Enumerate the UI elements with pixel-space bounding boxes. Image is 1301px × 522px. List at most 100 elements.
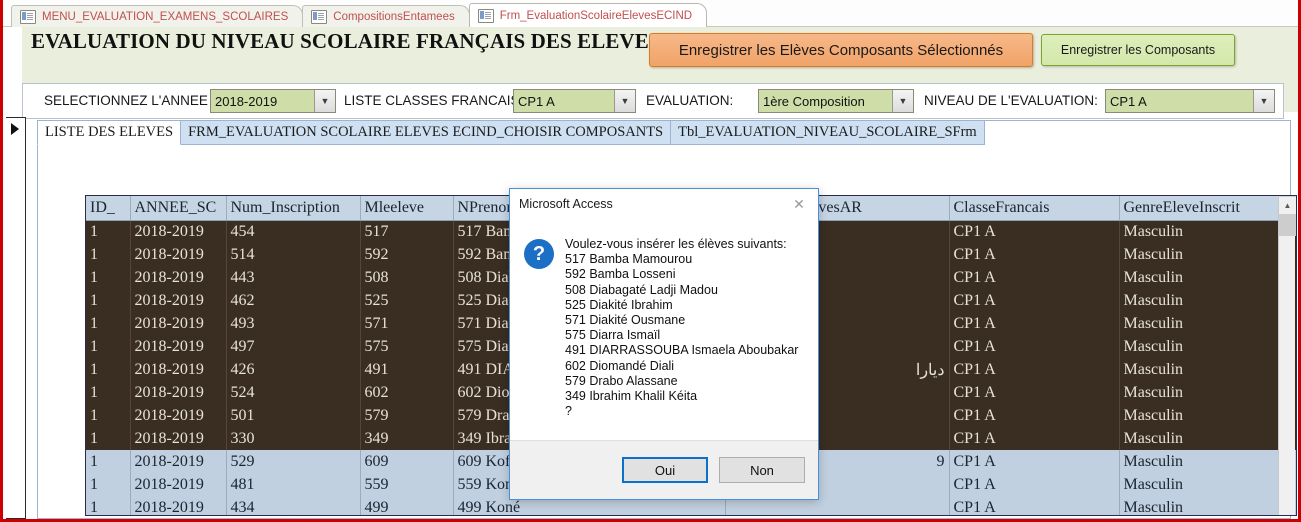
table-cell[interactable]: 2018-2019 <box>130 404 227 427</box>
table-cell[interactable]: 1 <box>86 289 131 312</box>
table-cell[interactable]: 1 <box>86 312 131 335</box>
level-combobox[interactable]: CP1 A ▼ <box>1105 89 1275 113</box>
table-cell[interactable]: 571 <box>360 312 454 335</box>
chevron-down-icon[interactable]: ▼ <box>892 90 913 112</box>
subtab-2[interactable]: Tbl_EVALUATION_NIVEAU_SCOLAIRE_SFrm <box>671 120 985 145</box>
table-cell[interactable]: 525 <box>360 289 454 312</box>
table-cell[interactable]: 2018-2019 <box>130 450 227 473</box>
table-cell[interactable]: 426 <box>226 358 361 381</box>
table-cell[interactable]: 1 <box>86 358 131 381</box>
table-cell[interactable]: Masculin <box>1119 381 1296 404</box>
table-cell[interactable]: 2018-2019 <box>130 381 227 404</box>
no-button[interactable]: Non <box>719 457 805 483</box>
table-cell[interactable]: 609 <box>360 450 454 473</box>
table-cell[interactable]: 434 <box>226 496 361 515</box>
table-cell[interactable]: Masculin <box>1119 266 1296 289</box>
table-cell[interactable]: 2018-2019 <box>130 335 227 358</box>
table-cell[interactable]: 501 <box>226 404 361 427</box>
table-cell[interactable]: CP1 A <box>949 450 1120 473</box>
table-cell[interactable]: Masculin <box>1119 289 1296 312</box>
subtab-1[interactable]: FRM_EVALUATION SCOLAIRE ELEVES ECIND_CHO… <box>181 120 672 145</box>
table-cell[interactable]: 499 <box>360 496 454 515</box>
table-cell[interactable]: CP1 A <box>949 404 1120 427</box>
table-cell[interactable]: 592 <box>360 243 454 266</box>
column-header-7[interactable]: GenreEleveInscrit <box>1119 196 1296 221</box>
table-cell[interactable]: CP1 A <box>949 243 1120 266</box>
table-cell[interactable]: 493 <box>226 312 361 335</box>
save-selected-students-button[interactable]: Enregistrer les Elèves Composants Sélect… <box>649 33 1033 67</box>
document-tab-1[interactable]: CompositionsEntamees <box>302 5 470 27</box>
datasheet-vertical-scrollbar[interactable]: ▲ <box>1278 197 1296 515</box>
table-cell[interactable]: 2018-2019 <box>130 220 227 243</box>
table-cell[interactable]: 1 <box>86 404 131 427</box>
table-cell[interactable]: 1 <box>86 427 131 450</box>
class-combobox[interactable]: CP1 A ▼ <box>513 89 636 113</box>
table-cell[interactable]: Masculin <box>1119 450 1296 473</box>
chevron-down-icon[interactable]: ▼ <box>314 90 335 112</box>
table-cell[interactable]: Masculin <box>1119 473 1296 496</box>
table-cell[interactable]: 2018-2019 <box>130 427 227 450</box>
table-cell[interactable]: 491 <box>360 358 454 381</box>
table-cell[interactable]: 497 <box>226 335 361 358</box>
column-header-3[interactable]: Mleeleve <box>360 196 454 221</box>
table-cell[interactable]: 2018-2019 <box>130 312 227 335</box>
table-cell[interactable]: 349 <box>360 427 454 450</box>
table-cell[interactable]: Masculin <box>1119 312 1296 335</box>
table-cell[interactable]: CP1 A <box>949 220 1120 243</box>
table-cell[interactable]: 2018-2019 <box>130 266 227 289</box>
table-cell[interactable]: Masculin <box>1119 243 1296 266</box>
table-cell[interactable]: 481 <box>226 473 361 496</box>
column-header-6[interactable]: ClasseFrancais <box>949 196 1120 221</box>
table-cell[interactable]: 517 <box>360 220 454 243</box>
table-cell[interactable]: CP1 A <box>949 381 1120 404</box>
table-cell[interactable]: CP1 A <box>949 312 1120 335</box>
table-cell[interactable]: Masculin <box>1119 335 1296 358</box>
table-cell[interactable]: CP1 A <box>949 427 1120 450</box>
close-icon[interactable]: ✕ <box>780 190 818 218</box>
table-cell[interactable]: 1 <box>86 473 131 496</box>
table-cell[interactable]: 508 <box>360 266 454 289</box>
table-cell[interactable]: 579 <box>360 404 454 427</box>
record-navigation-gutter[interactable] <box>6 117 26 519</box>
table-cell[interactable]: 2018-2019 <box>130 496 227 515</box>
table-cell[interactable]: 2018-2019 <box>130 243 227 266</box>
table-cell[interactable]: 1 <box>86 243 131 266</box>
table-cell[interactable]: Masculin <box>1119 427 1296 450</box>
table-cell[interactable]: CP1 A <box>949 473 1120 496</box>
document-tab-2[interactable]: Frm_EvaluationScolaireElevesECIND <box>468 3 708 27</box>
column-header-2[interactable]: Num_Inscription <box>226 196 361 221</box>
year-combobox[interactable]: 2018-2019 ▼ <box>210 89 336 113</box>
table-cell[interactable]: CP1 A <box>949 496 1120 515</box>
table-cell[interactable]: 454 <box>226 220 361 243</box>
table-cell[interactable]: CP1 A <box>949 358 1120 381</box>
expand-arrow-icon[interactable] <box>11 123 19 135</box>
yes-button[interactable]: Oui <box>622 457 708 483</box>
table-cell[interactable]: 443 <box>226 266 361 289</box>
chevron-down-icon[interactable]: ▼ <box>1253 90 1274 112</box>
table-cell[interactable]: CP1 A <box>949 335 1120 358</box>
table-cell[interactable]: 2018-2019 <box>130 473 227 496</box>
table-cell[interactable]: Masculin <box>1119 358 1296 381</box>
save-components-button[interactable]: Enregistrer les Composants <box>1041 34 1235 66</box>
table-cell[interactable]: 1 <box>86 381 131 404</box>
scroll-up-icon[interactable]: ▲ <box>1279 197 1296 214</box>
table-cell[interactable]: 1 <box>86 266 131 289</box>
table-cell[interactable]: 462 <box>226 289 361 312</box>
table-cell[interactable]: 1 <box>86 335 131 358</box>
table-cell[interactable]: Masculin <box>1119 404 1296 427</box>
table-cell[interactable]: Masculin <box>1119 496 1296 515</box>
table-cell[interactable]: CP1 A <box>949 266 1120 289</box>
table-cell[interactable]: 1 <box>86 496 131 515</box>
column-header-0[interactable]: ID_ <box>86 196 131 221</box>
table-cell[interactable]: 2018-2019 <box>130 289 227 312</box>
scrollbar-thumb[interactable] <box>1279 214 1296 236</box>
table-cell[interactable]: 559 <box>360 473 454 496</box>
table-cell[interactable]: 514 <box>226 243 361 266</box>
table-cell[interactable]: 1 <box>86 450 131 473</box>
table-cell[interactable]: CP1 A <box>949 289 1120 312</box>
table-cell[interactable]: 524 <box>226 381 361 404</box>
table-cell[interactable]: 2018-2019 <box>130 358 227 381</box>
document-tab-0[interactable]: MENU_EVALUATION_EXAMENS_SCOLAIRES <box>11 5 304 27</box>
table-cell[interactable]: 529 <box>226 450 361 473</box>
table-cell[interactable]: Masculin <box>1119 220 1296 243</box>
